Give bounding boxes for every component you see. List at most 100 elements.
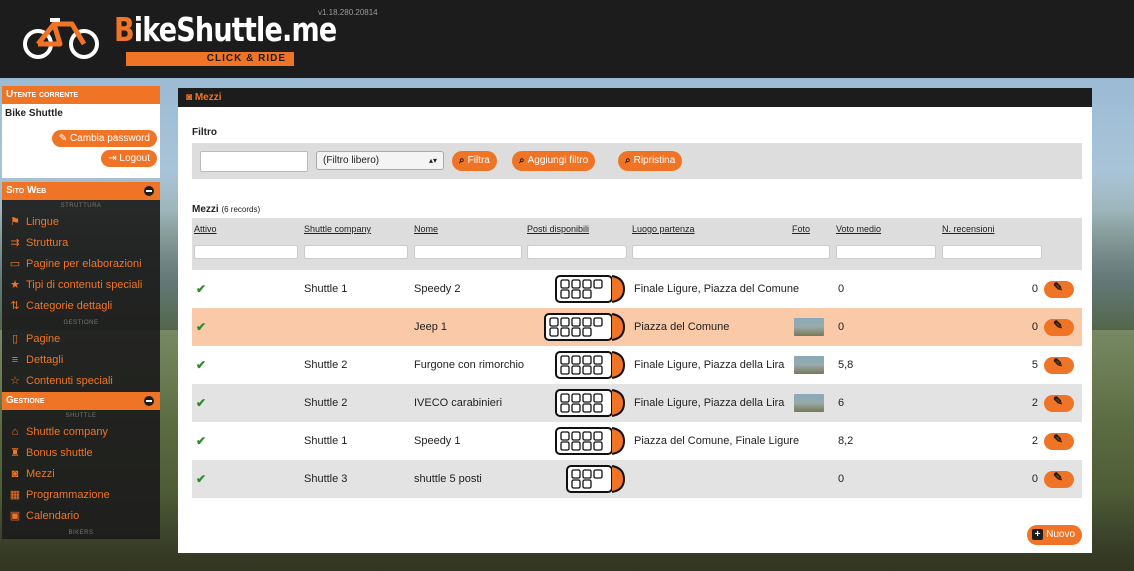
- table-row[interactable]: ✔ Shuttle 2 Furgone con rimorchio Finale Li…: [192, 346, 1082, 384]
- table-row[interactable]: ✔ Jeep 1 Piazza del Comune 0 0: [192, 308, 1082, 346]
- filter-title: Filtro: [192, 127, 217, 138]
- cell-voto: 5,8: [838, 359, 854, 371]
- sitemap-icon: ⇉: [10, 237, 20, 249]
- search-icon: ⌕: [625, 155, 631, 166]
- vehicle-photo[interactable]: [794, 356, 824, 374]
- logout-button[interactable]: ⇥ Logout: [101, 150, 157, 167]
- column-header-attivo[interactable]: Attivo: [194, 224, 217, 234]
- luogo-filter-input[interactable]: [632, 245, 830, 259]
- cell-voto: 0: [838, 473, 845, 485]
- cell-luogo: Piazza del Comune: [634, 321, 730, 333]
- cell-nome: Speedy 2: [414, 283, 461, 295]
- table-title: Mezzi (6 records): [192, 204, 261, 215]
- version-label: v1.18.280.20814: [318, 8, 378, 17]
- cell-company: Shuttle 2: [304, 397, 348, 409]
- check-icon: ✔: [196, 358, 207, 372]
- collapse-icon[interactable]: [144, 186, 154, 196]
- column-header-shuttle-company[interactable]: Shuttle company: [304, 224, 371, 234]
- check-icon: ✔: [196, 434, 207, 448]
- vehicle-photo[interactable]: [794, 318, 824, 336]
- sidebar-item-bonus-shuttle[interactable]: ♜ Bonus shuttle: [2, 443, 160, 464]
- van-seats-icon: [555, 427, 626, 455]
- sidebar-item-contenuti-speciali[interactable]: ☆ Contenuti speciali: [2, 371, 160, 392]
- cell-nome: Furgone con rimorchio: [414, 359, 525, 371]
- calendar-icon: ▣: [9, 510, 21, 522]
- pin-icon: ★: [10, 279, 20, 291]
- bus-icon: ◙: [186, 92, 195, 103]
- gestione-menu: SHUTTLE ⌂ Shuttle company ♜ Bonus shuttle …: [2, 410, 160, 539]
- sidebar-item-programmazione[interactable]: ▦ Programmazione: [2, 485, 160, 506]
- sidebar-item-pagine-elaborazioni[interactable]: ▭ Pagine per elaborazioni: [2, 254, 160, 275]
- sito-web-heading[interactable]: Sito Web: [2, 182, 160, 200]
- table-header: Attivo Shuttle company Nome Posti dispon…: [192, 218, 1082, 270]
- records-count: (6 records): [221, 205, 261, 214]
- cell-company: Shuttle 2: [304, 359, 348, 371]
- building-icon: ⌂: [11, 426, 19, 438]
- edit-button[interactable]: [1044, 318, 1074, 336]
- voto-filter-input[interactable]: [836, 245, 936, 259]
- edit-button[interactable]: [1044, 280, 1074, 298]
- bikeshuttle-logo[interactable]: BikeShuttle.me CLICK & RIDE: [20, 8, 337, 70]
- column-header-luogo[interactable]: Luogo partenza: [632, 224, 695, 234]
- cell-voto: 0: [838, 321, 845, 333]
- attivo-filter-input[interactable]: [194, 245, 298, 259]
- vehicle-photo[interactable]: [794, 394, 824, 412]
- column-header-nome[interactable]: Nome: [414, 224, 438, 234]
- column-header-voto[interactable]: Voto medio: [836, 224, 881, 234]
- change-password-button[interactable]: ✎ Cambia password: [51, 130, 157, 147]
- logo-tagline: CLICK & RIDE: [206, 53, 286, 64]
- current-user-heading: Utente corrente: [2, 86, 160, 104]
- cell-voto: 6: [838, 397, 845, 409]
- cell-luogo: Finale Ligure, Piazza del Comune: [634, 283, 800, 295]
- plus-icon: +: [1032, 529, 1044, 540]
- posti-filter-input[interactable]: [527, 245, 627, 259]
- ripristina-button[interactable]: ⌕ Ripristina: [618, 151, 683, 171]
- cell-nome: IVECO carabinieri: [414, 397, 503, 409]
- edit-button[interactable]: [1044, 356, 1074, 374]
- nuovo-button[interactable]: + Nuovo: [1027, 525, 1082, 545]
- file-icon: ▯: [11, 333, 19, 345]
- sidebar-item-struttura[interactable]: ⇉ Struttura: [2, 233, 160, 254]
- logout-icon: ⇥: [108, 153, 120, 164]
- table-row[interactable]: ✔ Shuttle 2 IVECO carabinieri Finale Ligure…: [192, 384, 1082, 422]
- sidebar-item-shuttle-company[interactable]: ⌂ Shuttle company: [2, 422, 160, 443]
- table-row[interactable]: ✔ Shuttle 1 Speedy 2 Finale Ligure, Piazza …: [192, 270, 1082, 308]
- cell-company: Shuttle 3: [304, 473, 348, 485]
- nome-filter-input[interactable]: [414, 245, 522, 259]
- sidebar-item-calendario[interactable]: ▣ Calendario: [2, 506, 160, 527]
- edit-button[interactable]: [1044, 432, 1074, 450]
- cell-voto: 8,2: [838, 435, 854, 447]
- sito-web-menu: STRUTTURA ⚑ Lingue ⇉ Struttura ▭ Pagine per…: [2, 200, 160, 392]
- bike-logo-icon: [23, 18, 99, 59]
- sidebar-item-dettagli[interactable]: ≡ Dettagli: [2, 350, 160, 371]
- menu-section-label: GESTIONE: [63, 320, 99, 326]
- table-row[interactable]: ✔ Shuttle 3 shuttle 5 posti 0 0: [192, 460, 1082, 498]
- cell-recensioni: 2: [1031, 435, 1038, 447]
- table-row[interactable]: ✔ Shuttle 1 Speedy 1 Piazza del Comune, Fin…: [192, 422, 1082, 460]
- aggiungi-filtro-button[interactable]: ⌕ Aggiungi filtro: [512, 151, 596, 171]
- sidebar-item-pagine[interactable]: ▯ Pagine: [2, 329, 160, 350]
- check-icon: ✔: [196, 282, 207, 296]
- filter-select[interactable]: (Filtro libero) ▴▾: [316, 151, 444, 170]
- logo-wordmark: BikeShuttle.me: [114, 10, 337, 49]
- column-header-recensioni[interactable]: N. recensioni: [942, 224, 995, 234]
- edit-button[interactable]: [1044, 470, 1074, 488]
- trophy-icon: ♜: [10, 447, 20, 459]
- recensioni-filter-input[interactable]: [942, 245, 1042, 259]
- gestione-heading[interactable]: Gestione: [2, 392, 160, 410]
- sidebar-item-lingue[interactable]: ⚑ Lingue: [2, 212, 160, 233]
- filtra-button[interactable]: ⌕ Filtra: [452, 151, 497, 171]
- van-seats-icon: [555, 351, 626, 379]
- sidebar-item-categorie-dettagli[interactable]: ⇅ Categorie dettagli: [2, 296, 160, 317]
- collapse-icon[interactable]: [144, 396, 154, 406]
- van-seats-icon: [544, 313, 626, 341]
- column-header-foto[interactable]: Foto: [792, 224, 810, 234]
- cell-nome: shuttle 5 posti: [414, 473, 482, 485]
- sidebar-item-mezzi[interactable]: ◙ Mezzi: [2, 464, 160, 485]
- filter-input[interactable]: [200, 151, 308, 172]
- sidebar-item-tipi-contenuti[interactable]: ★ Tipi di contenuti speciali: [2, 275, 160, 296]
- top-bar: BikeShuttle.me CLICK & RIDE v1.18.280.20…: [0, 0, 1134, 78]
- edit-button[interactable]: [1044, 394, 1074, 412]
- company-filter-input[interactable]: [304, 245, 408, 259]
- column-header-posti[interactable]: Posti disponibili: [527, 224, 589, 234]
